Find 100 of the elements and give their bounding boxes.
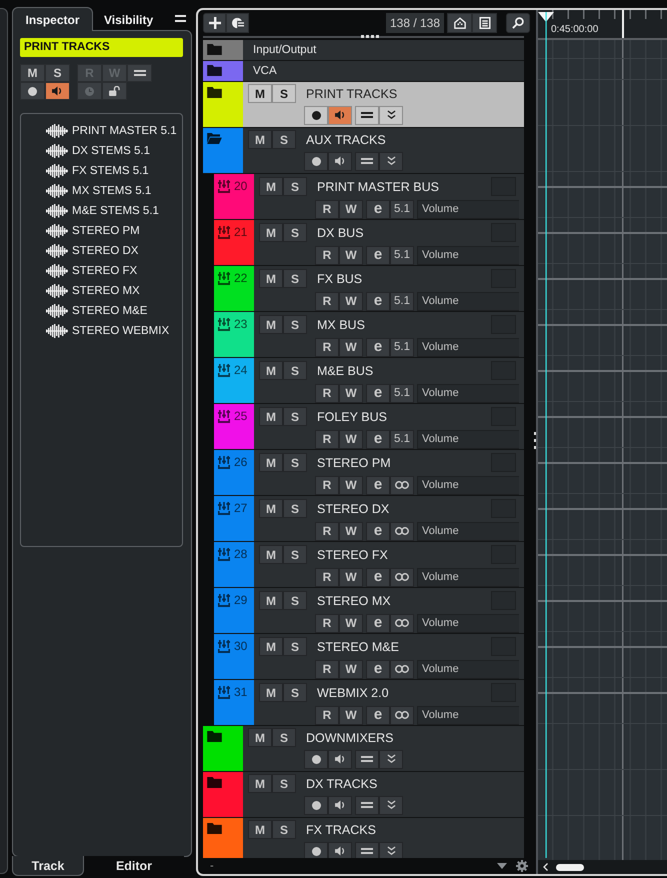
track-row[interactable]: 26 M S STEREO PM R W e Volume [214,450,524,496]
automation-parameter-field[interactable]: Volume [417,522,519,540]
horizontal-scrollbar[interactable] [538,860,667,874]
automation-button[interactable] [379,750,403,768]
monitor-button[interactable] [328,796,352,814]
write-button[interactable]: W [339,430,363,448]
mute-button[interactable]: M [259,453,283,472]
track-row[interactable]: M S DOWNMIXERS [203,726,524,772]
list-button[interactable] [472,13,497,33]
lanes-button[interactable] [355,842,379,858]
folder-track-item[interactable]: PRINT MASTER 5.1 [21,121,182,141]
track-row[interactable]: M S AUX TRACKS [203,128,524,174]
automation-parameter-field[interactable]: Volume [417,476,519,494]
folder-track-item[interactable]: STEREO DX [21,241,182,261]
chevron-left-icon[interactable] [543,863,548,871]
monitor-button[interactable] [328,842,352,858]
record-button[interactable] [304,842,328,858]
mute-button[interactable]: M [248,130,272,149]
automation-parameter-field[interactable]: Volume [417,292,519,310]
write-button[interactable]: W [339,200,363,218]
mute-button[interactable]: M [259,545,283,564]
read-button[interactable]: R [315,292,339,310]
automation-button[interactable] [379,106,403,124]
track-row[interactable]: M S DX TRACKS [203,772,524,818]
track-row[interactable]: 29 M S STEREO MX R W e Volume [214,588,524,634]
edit-button[interactable]: e [366,522,390,540]
write-button[interactable]: W [339,706,363,724]
write-button[interactable]: W [339,292,363,310]
lanes-button[interactable] [355,106,379,124]
solo-button[interactable]: S [283,453,307,472]
automation-button[interactable] [379,842,403,858]
mute-button[interactable]: M [248,728,272,747]
track-row[interactable]: 30 M S STEREO M&E R W e Volume [214,634,524,680]
automation-parameter-field[interactable]: Volume [417,614,519,632]
solo-button[interactable]: S [45,64,70,82]
edit-button[interactable]: e [366,706,390,724]
mute-button[interactable]: M [259,591,283,610]
solo-button[interactable]: S [283,269,307,288]
settings-icon[interactable] [516,860,528,872]
record-button[interactable] [20,82,45,100]
solo-button[interactable]: S [283,683,307,702]
automation-parameter-field[interactable]: Volume [417,338,519,356]
track-row[interactable]: 25 M S FOLEY BUS R W e 5.1 Volume [214,404,524,450]
record-button[interactable] [304,152,328,170]
track-row[interactable]: 22 M S FX BUS R W e 5.1 Volume [214,266,524,312]
read-button[interactable]: R [315,476,339,494]
automation-button[interactable] [379,152,403,170]
write-button[interactable]: W [339,614,363,632]
inspector-tab[interactable]: Inspector [12,7,93,31]
read-button[interactable]: R [315,522,339,540]
automation-parameter-field[interactable]: Volume [417,200,519,218]
edit-button[interactable]: e [366,200,390,218]
inspector-tab[interactable]: Visibility [93,7,164,31]
solo-button[interactable]: S [272,84,296,103]
solo-button[interactable]: S [272,728,296,747]
track-row[interactable]: 20 M S PRINT MASTER BUS R W e 5.1 Volume [214,174,524,220]
solo-button[interactable]: S [283,223,307,242]
time-ruler[interactable]: 0:45:00:00 [538,10,667,40]
resize-handle-icon[interactable] [534,432,537,449]
lanes-button[interactable] [127,64,152,82]
solo-button[interactable]: S [283,177,307,196]
write-button[interactable]: W [339,476,363,494]
read-button[interactable]: R [315,706,339,724]
lock-button[interactable] [102,82,127,100]
solo-button[interactable]: S [272,774,296,793]
scrollbar-thumb[interactable] [556,864,584,870]
search-button[interactable] [506,13,530,33]
track-row[interactable]: 27 M S STEREO DX R W e Volume [214,496,524,542]
track-row[interactable]: 28 M S STEREO FX R W e Volume [214,542,524,588]
edit-button[interactable]: e [366,338,390,356]
solo-button[interactable]: S [283,315,307,334]
edit-button[interactable]: e [366,430,390,448]
presets-button[interactable] [226,13,249,33]
automation-parameter-field[interactable]: Volume [417,706,519,724]
record-button[interactable] [304,106,328,124]
mute-button[interactable]: M [259,499,283,518]
edit-button[interactable]: e [366,384,390,402]
track-row[interactable]: VCA [203,61,524,82]
edit-button[interactable]: e [366,614,390,632]
mute-button[interactable]: M [248,774,272,793]
solo-button[interactable]: S [272,820,296,839]
lanes-button[interactable] [355,796,379,814]
write-button[interactable]: W [339,384,363,402]
solo-button[interactable]: S [283,637,307,656]
mute-button[interactable]: M [259,683,283,702]
solo-button[interactable]: S [283,591,307,610]
lanes-button[interactable] [355,152,379,170]
folder-track-item[interactable]: STEREO FX [21,261,182,281]
mute-button[interactable]: M [259,407,283,426]
edit-button[interactable]: e [366,292,390,310]
track-row[interactable]: 24 M S M&E BUS R W e 5.1 Volume [214,358,524,404]
folder-track-item[interactable]: MX STEMS 5.1 [21,181,182,201]
read-button[interactable]: R [315,246,339,264]
write-button[interactable]: W [339,660,363,678]
solo-button[interactable]: S [283,545,307,564]
folder-track-item[interactable]: STEREO WEBMIX [21,321,182,341]
mute-button[interactable]: M [248,820,272,839]
track-row[interactable]: 23 M S MX BUS R W e 5.1 Volume [214,312,524,358]
read-button[interactable]: R [315,614,339,632]
mute-button[interactable]: M [20,64,45,82]
